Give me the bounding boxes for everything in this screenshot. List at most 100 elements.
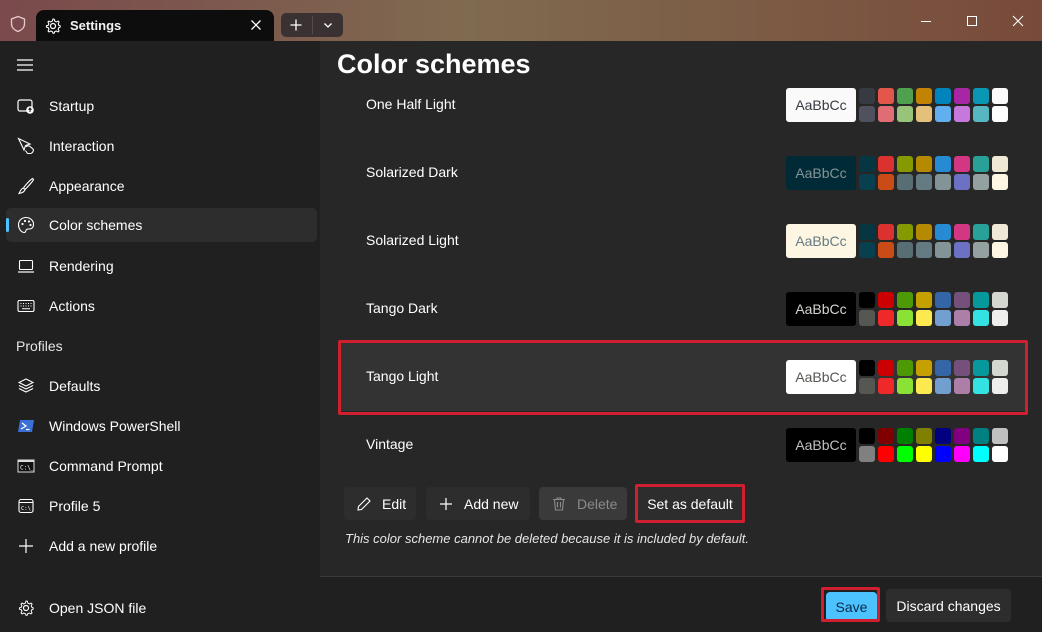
svg-text:C:\_: C:\_ — [20, 465, 35, 472]
layers-icon — [17, 377, 35, 395]
scheme-row[interactable]: Solarized Dark AaBbCc — [338, 139, 1028, 207]
color-swatch — [916, 242, 932, 258]
tab-dropdown-button[interactable] — [313, 13, 344, 37]
powershell-icon — [17, 417, 35, 435]
startup-icon — [17, 97, 35, 115]
svg-text:C:\: C:\ — [21, 506, 31, 512]
color-swatches — [859, 224, 1011, 258]
color-swatch — [954, 360, 970, 376]
add-new-button[interactable]: Add new — [426, 487, 530, 520]
sidebar-item-actions[interactable]: Actions — [6, 289, 317, 323]
color-swatch — [916, 378, 932, 394]
color-swatch — [992, 224, 1008, 240]
color-swatch — [897, 360, 913, 376]
color-swatch — [878, 378, 894, 394]
color-swatch — [935, 428, 951, 444]
set-as-default-button[interactable]: Set as default — [637, 487, 743, 520]
close-window-button[interactable] — [995, 6, 1041, 36]
color-swatch — [859, 428, 875, 444]
sidebar-item-windows-powershell[interactable]: Windows PowerShell — [6, 409, 317, 443]
footer: Save Discard changes — [320, 576, 1042, 632]
add-new-label: Add new — [464, 495, 519, 512]
color-swatch — [992, 310, 1008, 326]
color-swatch — [897, 88, 913, 104]
color-swatches — [859, 292, 1011, 326]
color-swatch — [935, 174, 951, 190]
color-swatch — [954, 156, 970, 172]
new-tab-button[interactable] — [281, 13, 312, 37]
color-swatch — [859, 378, 875, 394]
discard-changes-button[interactable]: Discard changes — [886, 589, 1011, 622]
sidebar-item-profile-5[interactable]: C:\ Profile 5 — [6, 489, 317, 523]
color-swatch — [935, 360, 951, 376]
color-swatch — [878, 88, 894, 104]
plus-icon — [17, 537, 35, 555]
color-swatch — [973, 242, 989, 258]
sidebar-item-label: Startup — [49, 98, 95, 114]
color-swatch — [916, 88, 932, 104]
scheme-row[interactable]: Tango Light AaBbCc — [338, 343, 1028, 411]
sidebar-item-color-schemes[interactable]: Color schemes — [6, 208, 317, 242]
sidebar-item-label: Windows PowerShell — [49, 418, 181, 434]
color-swatch — [859, 242, 875, 258]
sidebar-item-add-new-profile[interactable]: Add a new profile — [6, 529, 317, 563]
color-swatch — [878, 428, 894, 444]
gear-icon — [17, 599, 35, 617]
save-button[interactable]: Save — [826, 592, 877, 622]
trash-icon — [551, 496, 567, 512]
sidebar-item-defaults[interactable]: Defaults — [6, 369, 317, 403]
color-swatch — [916, 446, 932, 462]
color-swatch — [897, 446, 913, 462]
sidebar-item-open-json[interactable]: Open JSON file — [6, 591, 317, 625]
color-swatch — [954, 310, 970, 326]
delete-button[interactable]: Delete — [539, 487, 627, 520]
sidebar-item-interaction[interactable]: Interaction — [6, 129, 317, 163]
sidebar-item-appearance[interactable]: Appearance — [6, 169, 317, 203]
keyboard-icon — [17, 297, 35, 315]
color-swatch — [878, 156, 894, 172]
color-swatch — [897, 242, 913, 258]
minimize-button[interactable] — [903, 6, 949, 36]
scheme-name: Solarized Light — [366, 232, 459, 248]
color-swatch — [859, 310, 875, 326]
scheme-preview: AaBbCc — [786, 224, 856, 258]
color-swatch — [897, 310, 913, 326]
scheme-name: Vintage — [366, 436, 414, 452]
plus-icon — [438, 496, 454, 512]
scheme-row[interactable]: Tango Dark AaBbCc — [338, 275, 1028, 343]
color-swatch — [897, 106, 913, 122]
color-swatch — [859, 360, 875, 376]
color-swatch — [992, 242, 1008, 258]
maximize-button[interactable] — [949, 6, 995, 36]
color-swatch — [973, 310, 989, 326]
cmd-icon: C:\_ — [17, 457, 35, 475]
color-swatch — [992, 428, 1008, 444]
scheme-row[interactable]: Vintage AaBbCc — [338, 411, 1028, 479]
color-swatch — [973, 174, 989, 190]
sidebar: Startup Interaction Appearance Color sch… — [0, 41, 320, 632]
color-swatch — [935, 292, 951, 308]
scheme-row[interactable]: Solarized Light AaBbCc — [338, 207, 1028, 275]
scheme-name: Tango Light — [366, 368, 439, 384]
scheme-preview: AaBbCc — [786, 360, 856, 394]
color-swatch — [954, 88, 970, 104]
color-swatch — [897, 156, 913, 172]
sidebar-item-command-prompt[interactable]: C:\_ Command Prompt — [6, 449, 317, 483]
sidebar-item-label: Appearance — [49, 178, 125, 194]
color-swatch — [992, 378, 1008, 394]
sidebar-item-startup[interactable]: Startup — [6, 89, 317, 123]
scheme-name: One Half Light — [366, 96, 456, 112]
color-swatch — [859, 156, 875, 172]
sidebar-item-rendering[interactable]: Rendering — [6, 249, 317, 283]
chevron-down-icon — [323, 23, 332, 28]
close-tab-icon[interactable] — [248, 17, 264, 33]
hamburger-icon[interactable] — [17, 58, 33, 72]
tab-settings[interactable]: Settings — [36, 10, 274, 41]
scheme-row[interactable]: One Half Light AaBbCc — [338, 71, 1028, 139]
color-swatch — [992, 156, 1008, 172]
color-swatch — [859, 292, 875, 308]
edit-button[interactable]: Edit — [344, 487, 416, 520]
color-swatch — [954, 378, 970, 394]
color-swatch — [859, 224, 875, 240]
delete-label: Delete — [577, 495, 618, 512]
